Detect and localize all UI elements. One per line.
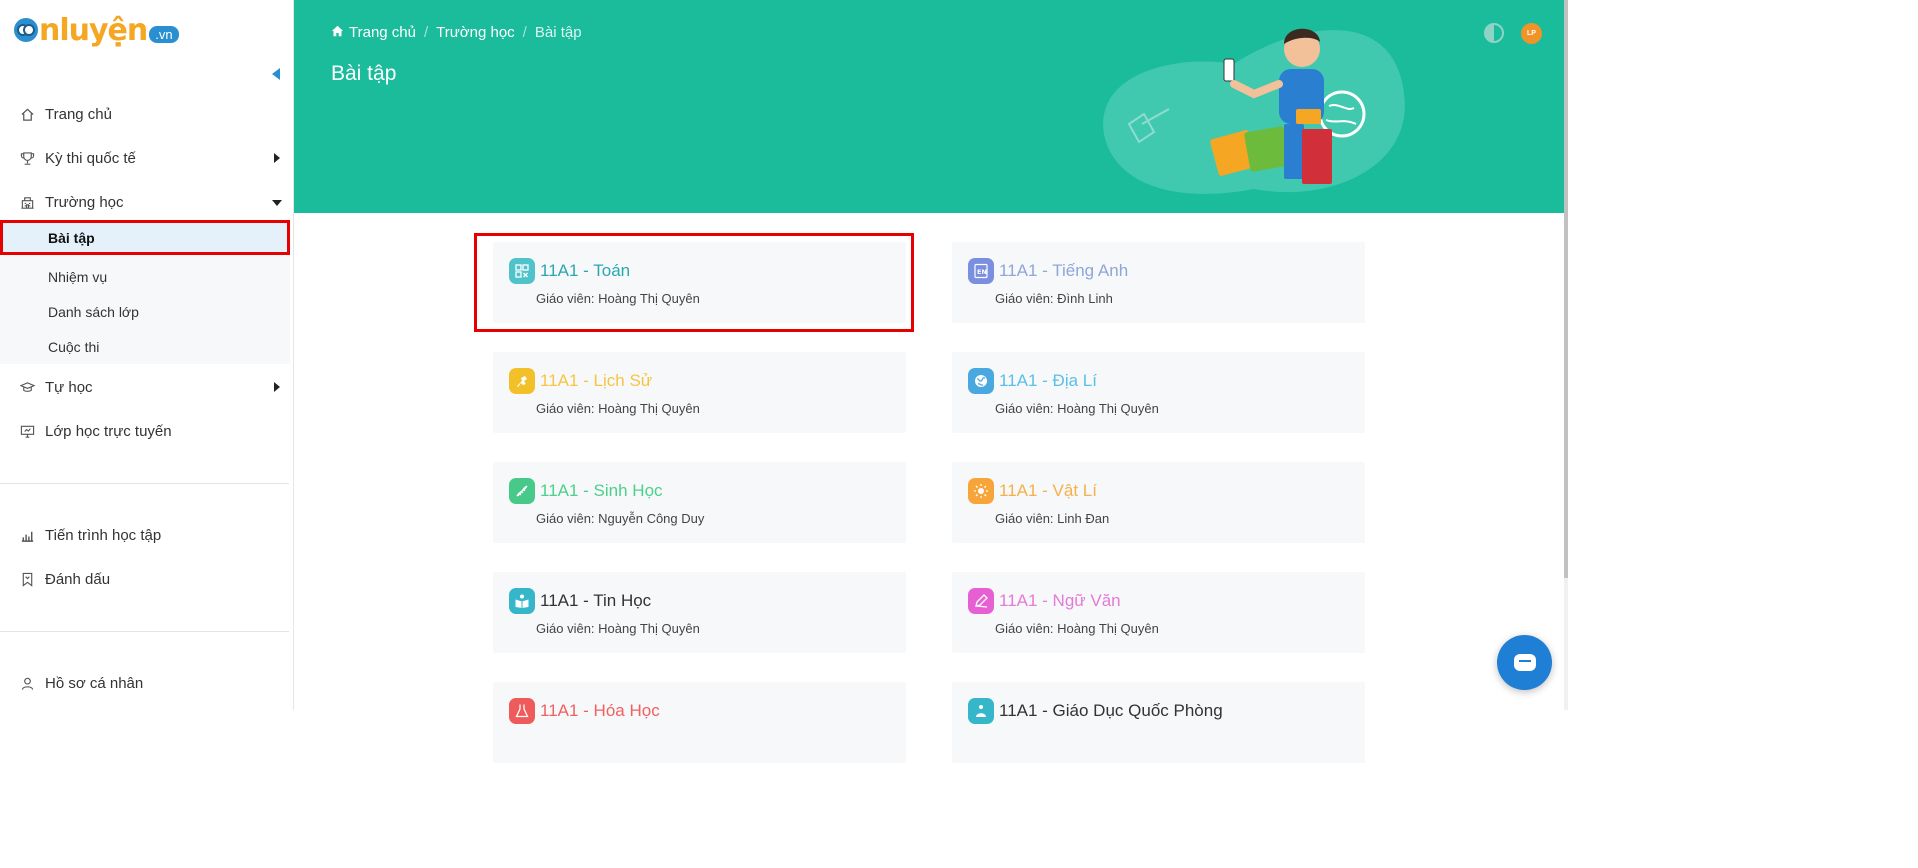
class-card-biology[interactable]: 11A1 - Sinh Học Giáo viên: Nguyễn Công D… xyxy=(493,462,906,543)
caret-down-icon xyxy=(272,200,282,206)
flask-icon xyxy=(509,698,535,724)
sidebar-item-international-exams[interactable]: Kỳ thi quốc tế xyxy=(0,140,290,176)
atom-icon xyxy=(968,478,994,504)
sidebar-item-label: Trường học xyxy=(45,193,124,211)
sidebar-item-online-class[interactable]: Lớp học trực tuyến xyxy=(0,413,290,449)
class-card-literature[interactable]: 11A1 - Ngữ Văn Giáo viên: Hoàng Thị Quyê… xyxy=(952,572,1365,653)
submenu-item-assignments[interactable]: Bài tập xyxy=(0,220,290,255)
submenu-item-tasks[interactable]: Nhiệm vụ xyxy=(0,259,290,294)
class-card-teacher: Giáo viên: Đình Linh xyxy=(995,291,1113,306)
sidebar-item-label: Lớp học trực tuyến xyxy=(45,422,172,440)
sidebar-item-profile[interactable]: Hồ sơ cá nhân xyxy=(0,665,290,701)
class-card-teacher: Giáo viên: Nguyễn Công Duy xyxy=(536,511,705,526)
sidebar-item-self-study[interactable]: Tự học xyxy=(0,369,290,405)
shield-icon xyxy=(968,698,994,724)
breadcrumb-home-link[interactable]: Trang chủ xyxy=(349,24,416,41)
class-card-title: 11A1 - Ngữ Văn xyxy=(999,591,1121,610)
class-card-teacher: Giáo viên: Hoàng Thị Quyên xyxy=(536,621,700,636)
globe-icon xyxy=(968,368,994,394)
class-card-geography[interactable]: 11A1 - Địa Lí Giáo viên: Hoàng Thị Quyên xyxy=(952,352,1365,433)
home-icon xyxy=(331,25,344,40)
class-card-history[interactable]: 11A1 - Lịch Sử Giáo viên: Hoàng Thị Quyê… xyxy=(493,352,906,433)
sidebar-item-label: Tiến trình học tập xyxy=(45,526,162,544)
scrollbar-thumb[interactable] xyxy=(1564,0,1568,578)
user-icon xyxy=(19,675,35,691)
class-card-defense-education[interactable]: 11A1 - Giáo Dục Quốc Phòng xyxy=(952,682,1365,763)
sidebar-item-label: Trang chủ xyxy=(45,105,112,123)
class-card-title: 11A1 - Vật Lí xyxy=(999,481,1097,500)
sidebar-item-label: Kỳ thi quốc tế xyxy=(45,149,136,167)
class-card-teacher: Giáo viên: Linh Đan xyxy=(995,511,1110,526)
book-person-icon xyxy=(509,588,535,614)
submenu-item-label: Danh sách lớp xyxy=(48,303,139,320)
submenu-item-label: Nhiệm vụ xyxy=(48,268,108,285)
sidebar-divider xyxy=(0,631,289,632)
chat-support-button[interactable] xyxy=(1497,635,1552,690)
class-card-chemistry[interactable]: 11A1 - Hóa Học xyxy=(493,682,906,763)
caret-right-icon xyxy=(274,382,280,392)
class-card-title: 11A1 - Địa Lí xyxy=(999,371,1097,390)
class-card-title: 11A1 - Hóa Học xyxy=(540,701,660,720)
school-icon xyxy=(19,194,35,210)
class-card-teacher: Giáo viên: Hoàng Thị Quyên xyxy=(995,401,1159,416)
sidebar-item-school[interactable]: Trường học xyxy=(0,184,290,220)
submenu-item-label: Cuộc thi xyxy=(48,338,100,355)
submenu-item-class-list[interactable]: Danh sách lớp xyxy=(0,294,290,329)
pen-icon xyxy=(968,588,994,614)
history-icon xyxy=(509,368,535,394)
graduation-cap-icon xyxy=(19,379,35,395)
breadcrumb-current: Bài tập xyxy=(534,24,582,41)
class-card-title: 11A1 - Tin Học xyxy=(540,591,652,610)
submenu-item-contests[interactable]: Cuộc thi xyxy=(0,329,290,364)
student-books-illustration xyxy=(1103,28,1405,194)
sidebar-item-label: Hồ sơ cá nhân xyxy=(45,674,144,692)
bookmark-icon xyxy=(19,571,35,587)
english-icon: EN xyxy=(968,258,994,284)
sidebar-item-home[interactable]: Trang chủ xyxy=(0,96,290,132)
sidebar-item-progress[interactable]: Tiến trình học tập xyxy=(0,517,290,553)
sidebar: nluyện .vn Trang chủ Kỳ thi quốc tế Trườ… xyxy=(0,0,294,710)
submenu-item-label: Bài tập xyxy=(48,229,95,246)
logo[interactable]: nluyện .vn xyxy=(14,12,179,48)
caret-right-icon xyxy=(274,153,280,163)
class-card-title: 11A1 - Lịch Sử xyxy=(540,371,653,390)
breadcrumb: Trang chủ / Trường học / Bài tập xyxy=(331,24,582,41)
app-root: nluyện .vn Trang chủ Kỳ thi quốc tế Trườ… xyxy=(0,0,1568,763)
bar-chart-icon xyxy=(19,527,35,543)
class-card-teacher: Giáo viên: Hoàng Thị Quyên xyxy=(995,621,1159,636)
header-banner: Trang chủ / Trường học / Bài tập Bài tập… xyxy=(294,0,1564,213)
collapse-sidebar-icon[interactable] xyxy=(272,68,280,80)
sidebar-item-label: Đánh dấu xyxy=(45,570,111,588)
selected-card-highlight xyxy=(474,233,914,332)
trophy-icon xyxy=(19,150,35,166)
sidebar-item-bookmarks[interactable]: Đánh dấu xyxy=(0,561,290,597)
class-card-informatics[interactable]: 11A1 - Tin Học Giáo viên: Hoàng Thị Quyê… xyxy=(493,572,906,653)
monitor-icon xyxy=(19,423,35,439)
theme-contrast-icon[interactable] xyxy=(1484,23,1504,43)
dna-icon xyxy=(509,478,535,504)
class-card-teacher: Giáo viên: Hoàng Thị Quyên xyxy=(536,401,700,416)
class-card-english[interactable]: EN 11A1 - Tiếng Anh Giáo viên: Đình Linh xyxy=(952,242,1365,323)
class-card-title: 11A1 - Sinh Học xyxy=(540,481,663,500)
owl-logo-icon xyxy=(14,18,38,42)
class-card-title: 11A1 - Tiếng Anh xyxy=(999,261,1129,280)
home-icon xyxy=(19,106,35,122)
logo-suffix: .vn xyxy=(149,25,179,43)
breadcrumb-school-link[interactable]: Trường học xyxy=(436,24,515,41)
sidebar-item-label: Tự học xyxy=(45,378,93,396)
logo-text: nluyện xyxy=(39,12,148,48)
chat-bubble-icon xyxy=(1513,654,1536,671)
svg-text:EN: EN xyxy=(977,268,987,276)
breadcrumb-separator: / xyxy=(522,24,527,41)
school-submenu: Bài tập Nhiệm vụ Danh sách lớp Cuộc thi xyxy=(0,220,290,364)
class-card-title: 11A1 - Giáo Dục Quốc Phòng xyxy=(999,701,1223,720)
sidebar-divider xyxy=(0,483,289,484)
page-title: Bài tập xyxy=(331,62,397,85)
class-card-physics[interactable]: 11A1 - Vật Lí Giáo viên: Linh Đan xyxy=(952,462,1365,543)
breadcrumb-separator: / xyxy=(423,24,429,41)
avatar[interactable]: LP xyxy=(1521,23,1542,44)
